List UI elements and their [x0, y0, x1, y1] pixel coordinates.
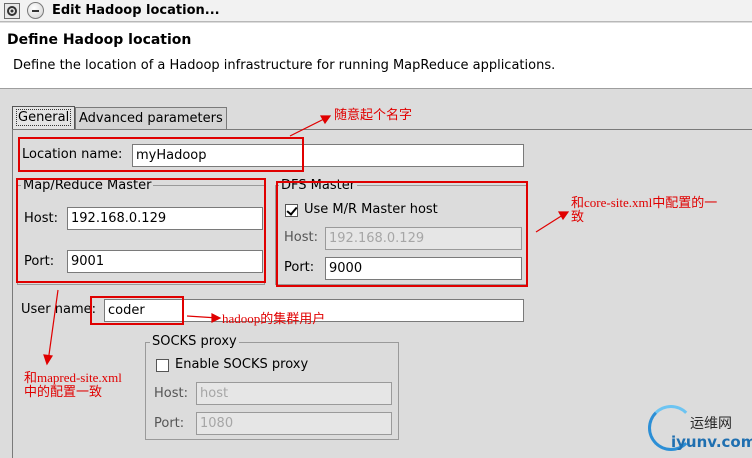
watermark-url: iyunv.com: [671, 433, 752, 451]
mapred-site-note-line2: 中的配置一致: [24, 384, 103, 399]
watermark-name: 运维网: [690, 416, 732, 432]
hadoop-user-note: hadoop的集群用户: [222, 311, 326, 326]
arrowhead-name-note: [319, 115, 332, 125]
arrowhead-mapred-site-note: [43, 354, 54, 366]
name-note: 随意起个名字: [334, 107, 413, 122]
arrow-to-mapred-site-note: [47, 289, 59, 363]
core-site-note-line1: 和core-site.xml中配置的一: [571, 195, 718, 210]
arrowhead-hadoop-user-note: [211, 313, 222, 323]
arrow-to-name-note: [289, 116, 329, 137]
annotation-arrows: [43, 115, 570, 366]
core-site-note-line2: 致: [571, 209, 585, 224]
arrowhead-core-site-note: [557, 211, 570, 221]
